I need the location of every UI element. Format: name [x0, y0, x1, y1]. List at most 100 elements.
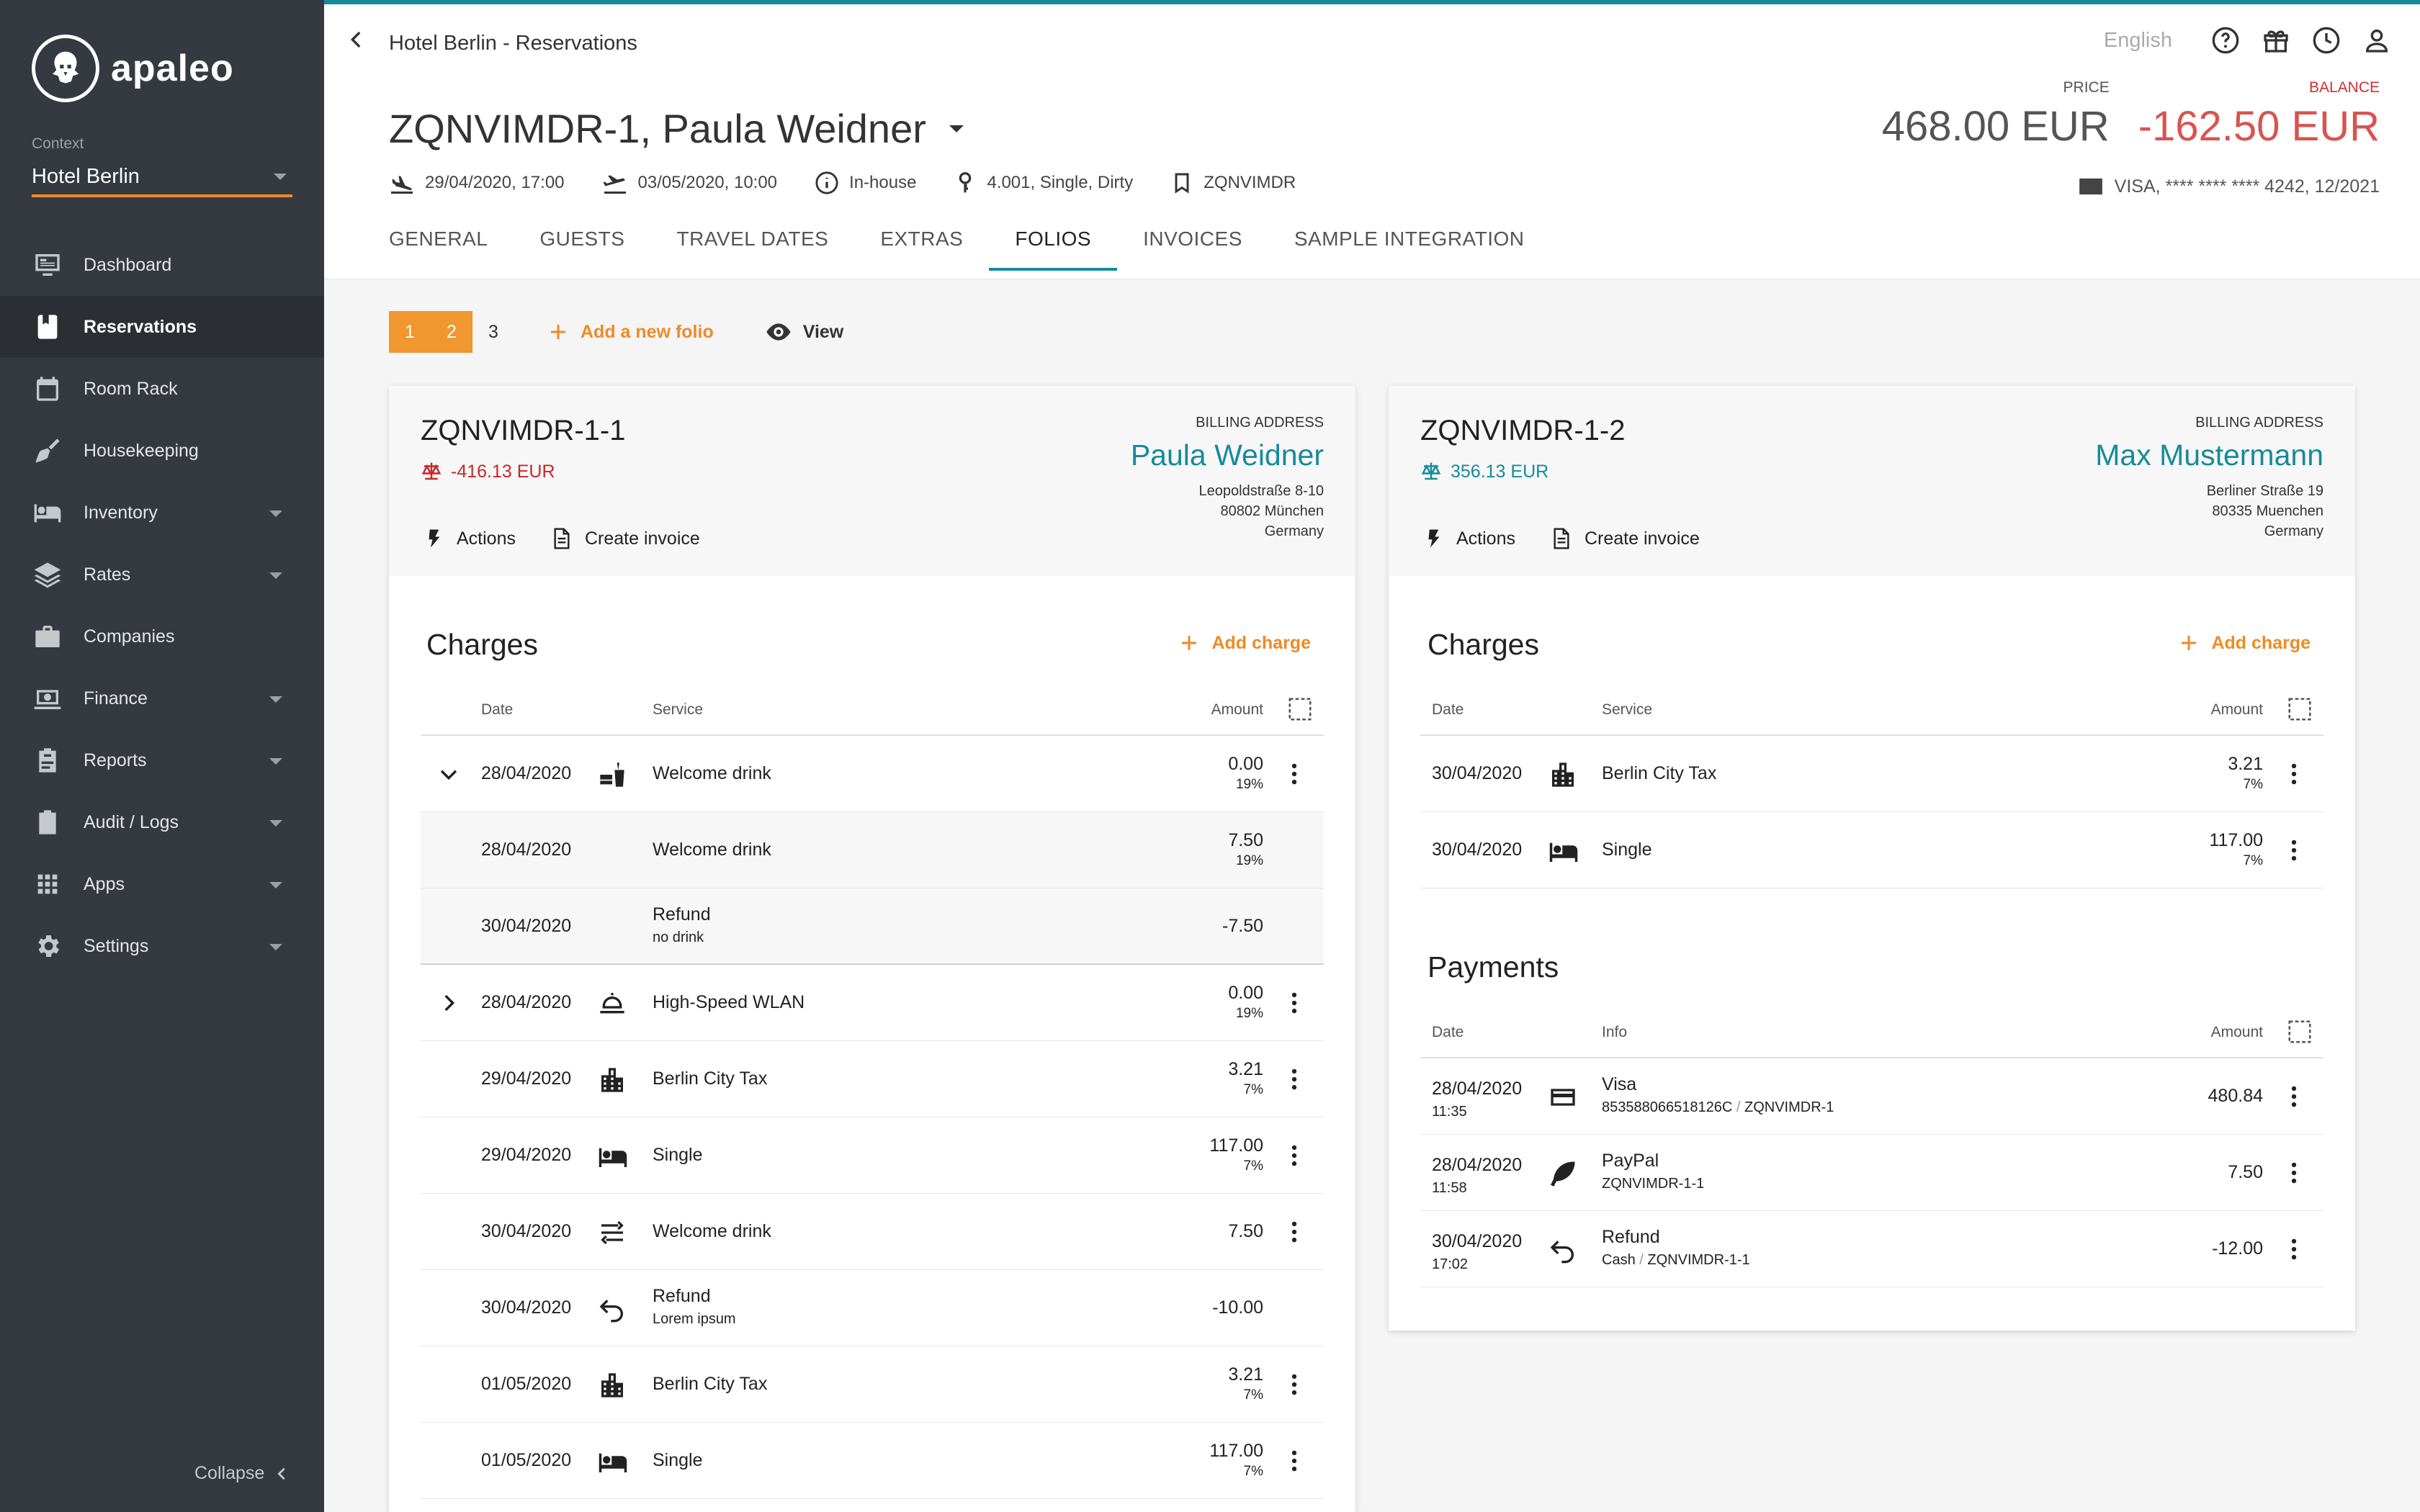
sidebar-item-inventory[interactable]: Inventory: [0, 482, 324, 544]
sidebar-item-rates[interactable]: Rates: [0, 544, 324, 606]
col-amount: Amount: [2210, 701, 2263, 718]
chevron-down-icon: [269, 758, 282, 765]
sidebar-item-settings[interactable]: Settings: [0, 915, 324, 977]
more-vert-icon[interactable]: [2280, 1083, 2308, 1110]
payment-time: 17:02: [1432, 1256, 1469, 1272]
sidebar-item-label: Room Rack: [84, 378, 178, 399]
table-row[interactable]: 28/04/2020 High-Speed WLAN 0.00 19%: [421, 965, 1324, 1041]
sidebar-item-label: Companies: [84, 626, 175, 647]
folio-page-3[interactable]: 3: [472, 311, 514, 353]
booking-info[interactable]: ZQNVIMDR: [1170, 171, 1296, 194]
payment-row[interactable]: 28/04/2020 11:35 Visa 853588066518126C / Z…: [1420, 1058, 2323, 1135]
select-all-icon[interactable]: [1286, 696, 1314, 723]
table-row[interactable]: 30/04/2020 Berlin City Tax 3.21 7%: [1420, 736, 2323, 812]
actions-button[interactable]: Actions: [424, 526, 516, 551]
payment-row[interactable]: 28/04/2020 11:58 PayPal ZQNVIMDR-1-1 7.50: [1420, 1135, 2323, 1211]
more-vert-icon[interactable]: [1281, 1142, 1308, 1169]
user-icon[interactable]: [2362, 26, 2391, 55]
more-vert-icon[interactable]: [1281, 989, 1308, 1017]
tab-general[interactable]: GENERAL: [389, 228, 488, 266]
language-selector[interactable]: English: [2104, 29, 2172, 53]
table-row[interactable]: 01/05/2020 Single 117.00 7%: [421, 1423, 1324, 1499]
audit-icon: [39, 810, 56, 834]
actions-label: Actions: [1456, 528, 1515, 549]
logo[interactable]: apaleo: [32, 35, 234, 102]
sidebar-item-room-rack[interactable]: Room Rack: [0, 358, 324, 420]
table-row[interactable]: 30/04/2020 Welcome drink 7.50: [421, 1194, 1324, 1270]
tab-guests[interactable]: GUESTS: [539, 228, 624, 266]
tab-folios[interactable]: FOLIOS: [989, 228, 1117, 271]
sidebar-item-housekeeping[interactable]: Housekeeping: [0, 420, 324, 482]
row-service: Single: [1602, 840, 1652, 860]
more-vert-icon[interactable]: [2280, 760, 2308, 788]
reservation-title[interactable]: ZQNVIMDR-1, Paula Weidner: [389, 105, 964, 152]
clock-icon[interactable]: [2312, 26, 2341, 55]
view-button[interactable]: View: [764, 318, 843, 346]
table-row[interactable]: 30/04/2020 Refund Lorem ipsum -10.00: [421, 1270, 1324, 1346]
billing-name[interactable]: Max Mustermann: [2095, 438, 2323, 472]
amount-value: 3.21: [1228, 1364, 1263, 1385]
row-service: Berlin City Tax: [1602, 763, 1717, 783]
gift-icon[interactable]: [2262, 26, 2290, 55]
payment-row[interactable]: 30/04/2020 17:02 Refund Cash / ZQNVIMDR-1-…: [1420, 1211, 2323, 1287]
more-vert-icon[interactable]: [2280, 837, 2308, 864]
row-date: 30/04/2020: [481, 1221, 572, 1241]
create-invoice-button[interactable]: Create invoice: [550, 526, 700, 552]
help-icon[interactable]: [2211, 26, 2240, 55]
row-service: High-Speed WLAN: [653, 992, 805, 1012]
more-vert-icon[interactable]: [1281, 1447, 1308, 1475]
chevron-right-icon[interactable]: [436, 991, 461, 1015]
more-vert-icon[interactable]: [1281, 1218, 1308, 1246]
add-charge-button[interactable]: Add charge: [1178, 632, 1311, 654]
table-row[interactable]: 29/04/2020 Berlin City Tax 3.21 7%: [421, 1041, 1324, 1117]
folio-page-2[interactable]: 2: [431, 311, 472, 353]
sidebar-item-companies[interactable]: Companies: [0, 606, 324, 667]
table-row[interactable]: 01/05/2020 Berlin City Tax 3.21 7%: [421, 1346, 1324, 1423]
actions-button[interactable]: Actions: [1423, 526, 1515, 551]
more-vert-icon[interactable]: [1281, 1066, 1308, 1093]
drink-icon: [600, 762, 624, 787]
row-date: 28/04/2020: [481, 840, 572, 860]
table-row[interactable]: 28/04/2020 Welcome drink 0.00 19%: [421, 736, 1324, 812]
select-all-icon[interactable]: [2286, 696, 2313, 723]
arrival-info: 29/04/2020, 17:00: [389, 170, 565, 196]
table-row[interactable]: 29/04/2020 Single 117.00 7%: [421, 1117, 1324, 1194]
collapse-button[interactable]: Collapse: [194, 1463, 290, 1484]
more-vert-icon[interactable]: [2280, 1236, 2308, 1263]
amount-value: 117.00: [1209, 1441, 1263, 1461]
sidebar-item-dashboard[interactable]: Dashboard: [0, 234, 324, 296]
sidebar-item-label: Apps: [84, 873, 125, 894]
create-invoice-label: Create invoice: [584, 528, 700, 549]
amount-value: 0.00: [1228, 983, 1263, 1003]
sidebar-item-reports[interactable]: Reports: [0, 729, 324, 791]
sidebar-item-finance[interactable]: Finance: [0, 667, 324, 729]
room-service-icon: [600, 993, 624, 1014]
sidebar-item-audit-logs[interactable]: Audit / Logs: [0, 791, 324, 853]
tab-travel-dates[interactable]: TRAVEL DATES: [676, 228, 828, 266]
more-vert-icon[interactable]: [1281, 760, 1308, 788]
chevron-down-icon: [269, 882, 282, 888]
row-service: Welcome drink: [653, 1221, 771, 1241]
folio-page-1[interactable]: 1: [389, 311, 431, 353]
folio-id: ZQNVIMDR-1-2: [1420, 415, 1626, 446]
row-date: 28/04/2020: [481, 992, 572, 1012]
vat-rate: 7%: [1243, 1464, 1263, 1479]
tab-invoices[interactable]: INVOICES: [1143, 228, 1242, 266]
payment-ref2: ZQNVIMDR-1-1: [1647, 1252, 1750, 1268]
tab-sample-integration[interactable]: SAMPLE INTEGRATION: [1294, 228, 1525, 266]
add-folio-button[interactable]: Add a new folio: [547, 321, 714, 343]
back-button[interactable]: [344, 27, 369, 57]
sidebar-item-apps[interactable]: Apps: [0, 853, 324, 915]
create-invoice-button[interactable]: Create invoice: [1550, 526, 1700, 552]
more-vert-icon[interactable]: [1281, 1371, 1308, 1398]
select-all-icon[interactable]: [2286, 1018, 2313, 1045]
add-charge-button[interactable]: Add charge: [2178, 632, 2311, 654]
billing-name[interactable]: Paula Weidner: [1131, 438, 1324, 472]
table-row[interactable]: 30/04/2020 Single 117.00 7%: [1420, 812, 2323, 888]
context-select[interactable]: Hotel Berlin: [32, 158, 292, 197]
sidebar-item-reservations[interactable]: Reservations: [0, 296, 324, 358]
chevron-left-icon: [277, 1467, 286, 1480]
chevron-down-icon[interactable]: [436, 762, 461, 786]
more-vert-icon[interactable]: [2280, 1159, 2308, 1187]
tab-extras[interactable]: EXTRAS: [880, 228, 963, 266]
